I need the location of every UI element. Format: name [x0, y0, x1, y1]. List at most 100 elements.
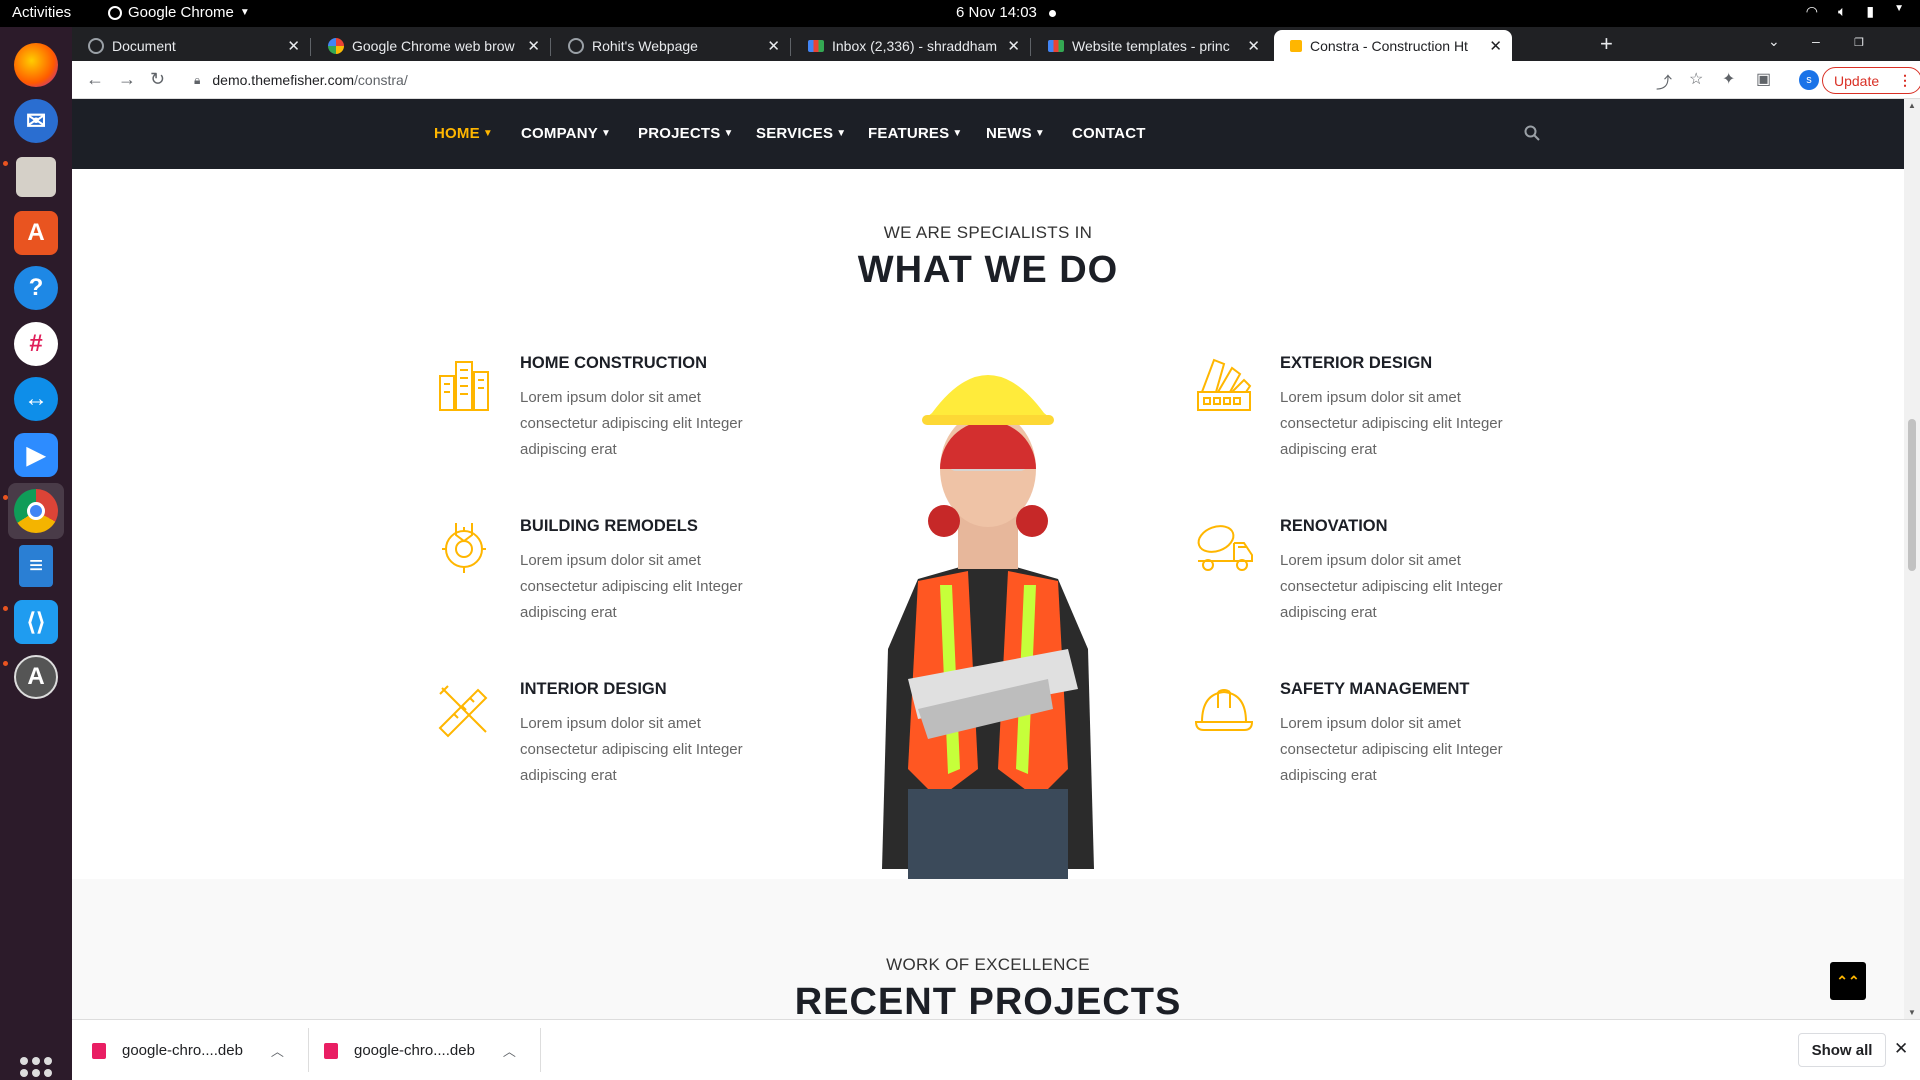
dock-help[interactable]: ? [8, 260, 64, 316]
menu-company[interactable]: COMPANY ▼ [521, 125, 611, 142]
tab-gmail-inbox[interactable]: Inbox (2,336) - shraddham ✕ [792, 30, 1030, 61]
menu-services[interactable]: SERVICES ▼ [756, 125, 846, 142]
search-icon[interactable] [1524, 125, 1540, 141]
scroll-down-icon[interactable]: ▼ [1908, 1008, 1916, 1017]
dock-vscode[interactable]: ⟨⟩ [8, 594, 64, 650]
close-tab-icon[interactable]: ✕ [1247, 37, 1260, 55]
libreoffice-writer-icon: ≡ [19, 545, 53, 587]
web-page: HOME ▼ COMPANY ▼ PROJECTS ▼ SERVICES ▼ FEATU… [72, 99, 1904, 1019]
menu-label: NEWS [986, 125, 1032, 142]
dock-slack[interactable]: # [8, 316, 64, 372]
tab-search-icon[interactable]: ⌄ [1768, 33, 1780, 50]
scroll-up-icon[interactable]: ▲ [1908, 101, 1916, 110]
scrollbar-thumb[interactable] [1908, 419, 1916, 571]
constra-favicon-icon [1290, 39, 1302, 52]
back-to-top-button[interactable]: ⌃⌃ [1830, 962, 1866, 1000]
menu-label: SERVICES [756, 125, 834, 142]
tab-document[interactable]: Document ✕ [72, 30, 310, 61]
bookmark-star-icon[interactable]: ☆ [1689, 69, 1703, 89]
dock: ✉ A ? # ↔ ▶ ≡ ⟨⟩ A [0, 27, 72, 1080]
back-button[interactable]: ← [86, 69, 104, 90]
profile-avatar[interactable]: s [1799, 70, 1819, 90]
tab-constra[interactable]: Constra - Construction Ht ✕ [1274, 30, 1512, 61]
firefox-icon [14, 43, 58, 87]
menu-label: HOME [434, 125, 480, 142]
tab-title: Constra - Construction Ht [1310, 37, 1468, 54]
dock-zoom[interactable]: ▶ [8, 427, 64, 483]
page-scrollbar[interactable]: ▲ ▼ [1904, 99, 1920, 1019]
service-title: RENOVATION [1280, 517, 1388, 535]
section-title: RECENT PROJECTS [794, 981, 1182, 1019]
close-shelf-icon[interactable]: ✕ [1894, 1039, 1908, 1059]
update-button[interactable]: Update ⋮ [1822, 67, 1920, 94]
dock-updater[interactable]: A [8, 649, 64, 705]
menu-contact[interactable]: CONTACT [1072, 125, 1146, 142]
tab-divider [310, 38, 311, 56]
system-top-bar: Activities Google Chrome ▼ 6 Nov 14:03 ◠… [0, 0, 1920, 27]
minimize-button[interactable]: – [1812, 33, 1820, 49]
download-divider [540, 1028, 541, 1072]
close-tab-icon[interactable]: ✕ [527, 37, 540, 55]
reload-button[interactable]: ↻ [150, 69, 165, 90]
files-icon [16, 157, 56, 197]
menu-home[interactable]: HOME ▼ [434, 125, 493, 142]
close-tab-icon[interactable]: ✕ [1489, 37, 1502, 55]
service-title: EXTERIOR DESIGN [1280, 354, 1433, 372]
forward-button[interactable]: → [118, 69, 136, 90]
dock-thunderbird[interactable]: ✉ [8, 93, 64, 149]
new-tab-button[interactable]: + [1600, 31, 1613, 57]
dock-teamviewer[interactable]: ↔ [8, 371, 64, 427]
restore-button[interactable]: ❐ [1854, 36, 1864, 49]
show-all-downloads-button[interactable]: Show all [1798, 1033, 1886, 1067]
menu-label: FEATURES [868, 125, 950, 142]
site-navigation: HOME ▼ COMPANY ▼ PROJECTS ▼ SERVICES ▼ FEATU… [72, 99, 1904, 169]
tab-website-templates[interactable]: Website templates - princ ✕ [1032, 30, 1270, 61]
tab-rohits-webpage[interactable]: Rohit's Webpage ✕ [552, 30, 790, 61]
tab-chrome-web-browser[interactable]: Google Chrome web brow ✕ [312, 30, 550, 61]
menu-projects[interactable]: PROJECTS ▼ [638, 125, 734, 142]
section-subtitle: WORK OF EXCELLENCE [886, 955, 1090, 974]
tab-title: Website templates - princ [1072, 37, 1230, 54]
building-icon [439, 361, 489, 411]
app-menu[interactable]: Google Chrome ▼ [108, 4, 250, 21]
close-tab-icon[interactable]: ✕ [767, 37, 780, 55]
service-title: SAFETY MANAGEMENT [1280, 680, 1470, 698]
gmail-icon [808, 39, 824, 52]
dock-firefox[interactable] [8, 37, 64, 93]
chevron-down-icon: ▼ [600, 128, 612, 139]
chevron-up-icon[interactable]: ︿ [503, 1041, 516, 1060]
service-text: Lorem ipsum dolor sit amet consectetur a… [520, 389, 743, 458]
dock-writer[interactable]: ≡ [8, 538, 64, 594]
chevron-up-icon[interactable]: ︿ [271, 1041, 284, 1060]
download-filename: google-chro....deb [122, 1042, 243, 1059]
download-item[interactable]: google-chro....deb ︿ [324, 1020, 516, 1080]
dock-software[interactable]: A [8, 205, 64, 261]
menu-news[interactable]: NEWS ▼ [986, 125, 1045, 142]
close-tab-icon[interactable]: ✕ [1007, 37, 1020, 55]
app-menu-label: Google Chrome [128, 4, 234, 21]
close-tab-icon[interactable]: ✕ [287, 37, 300, 55]
section-title: WHAT WE DO [857, 249, 1119, 291]
tab-divider [1030, 38, 1031, 56]
menu-features[interactable]: FEATURES ▼ [868, 125, 962, 142]
extensions-icon[interactable]: ✦ [1722, 69, 1735, 89]
download-shelf: google-chro....deb ︿ google-chro....deb … [72, 1019, 1920, 1080]
activities-button[interactable]: Activities [12, 4, 71, 21]
share-icon[interactable]: ⤴ [1656, 69, 1672, 93]
help-icon: ? [14, 266, 58, 310]
download-item[interactable]: google-chro....deb ︿ [92, 1020, 284, 1080]
side-panel-icon[interactable]: ▣ [1756, 69, 1771, 89]
tab-divider [550, 38, 551, 56]
address-bar[interactable]: 🔒︎ demo.themefisher.com/constra/ [180, 65, 1720, 95]
clock[interactable]: 6 Nov 14:03 [956, 4, 1056, 21]
dock-files[interactable] [8, 149, 64, 205]
tab-title: Inbox (2,336) - shraddham [832, 37, 997, 54]
menu-label: PROJECTS [638, 125, 721, 142]
thunderbird-icon: ✉ [14, 99, 58, 143]
dock-chrome[interactable] [8, 483, 64, 539]
caret-down-icon: ▼ [239, 7, 250, 18]
show-apps-icon[interactable] [20, 1057, 52, 1080]
service-text: Lorem ipsum dolor sit amet consectetur a… [520, 715, 743, 784]
double-chevron-up-icon: ⌃⌃ [1836, 972, 1860, 989]
system-tray[interactable]: ◠ 🔈︎ ▮ ▼ [1806, 3, 1904, 20]
